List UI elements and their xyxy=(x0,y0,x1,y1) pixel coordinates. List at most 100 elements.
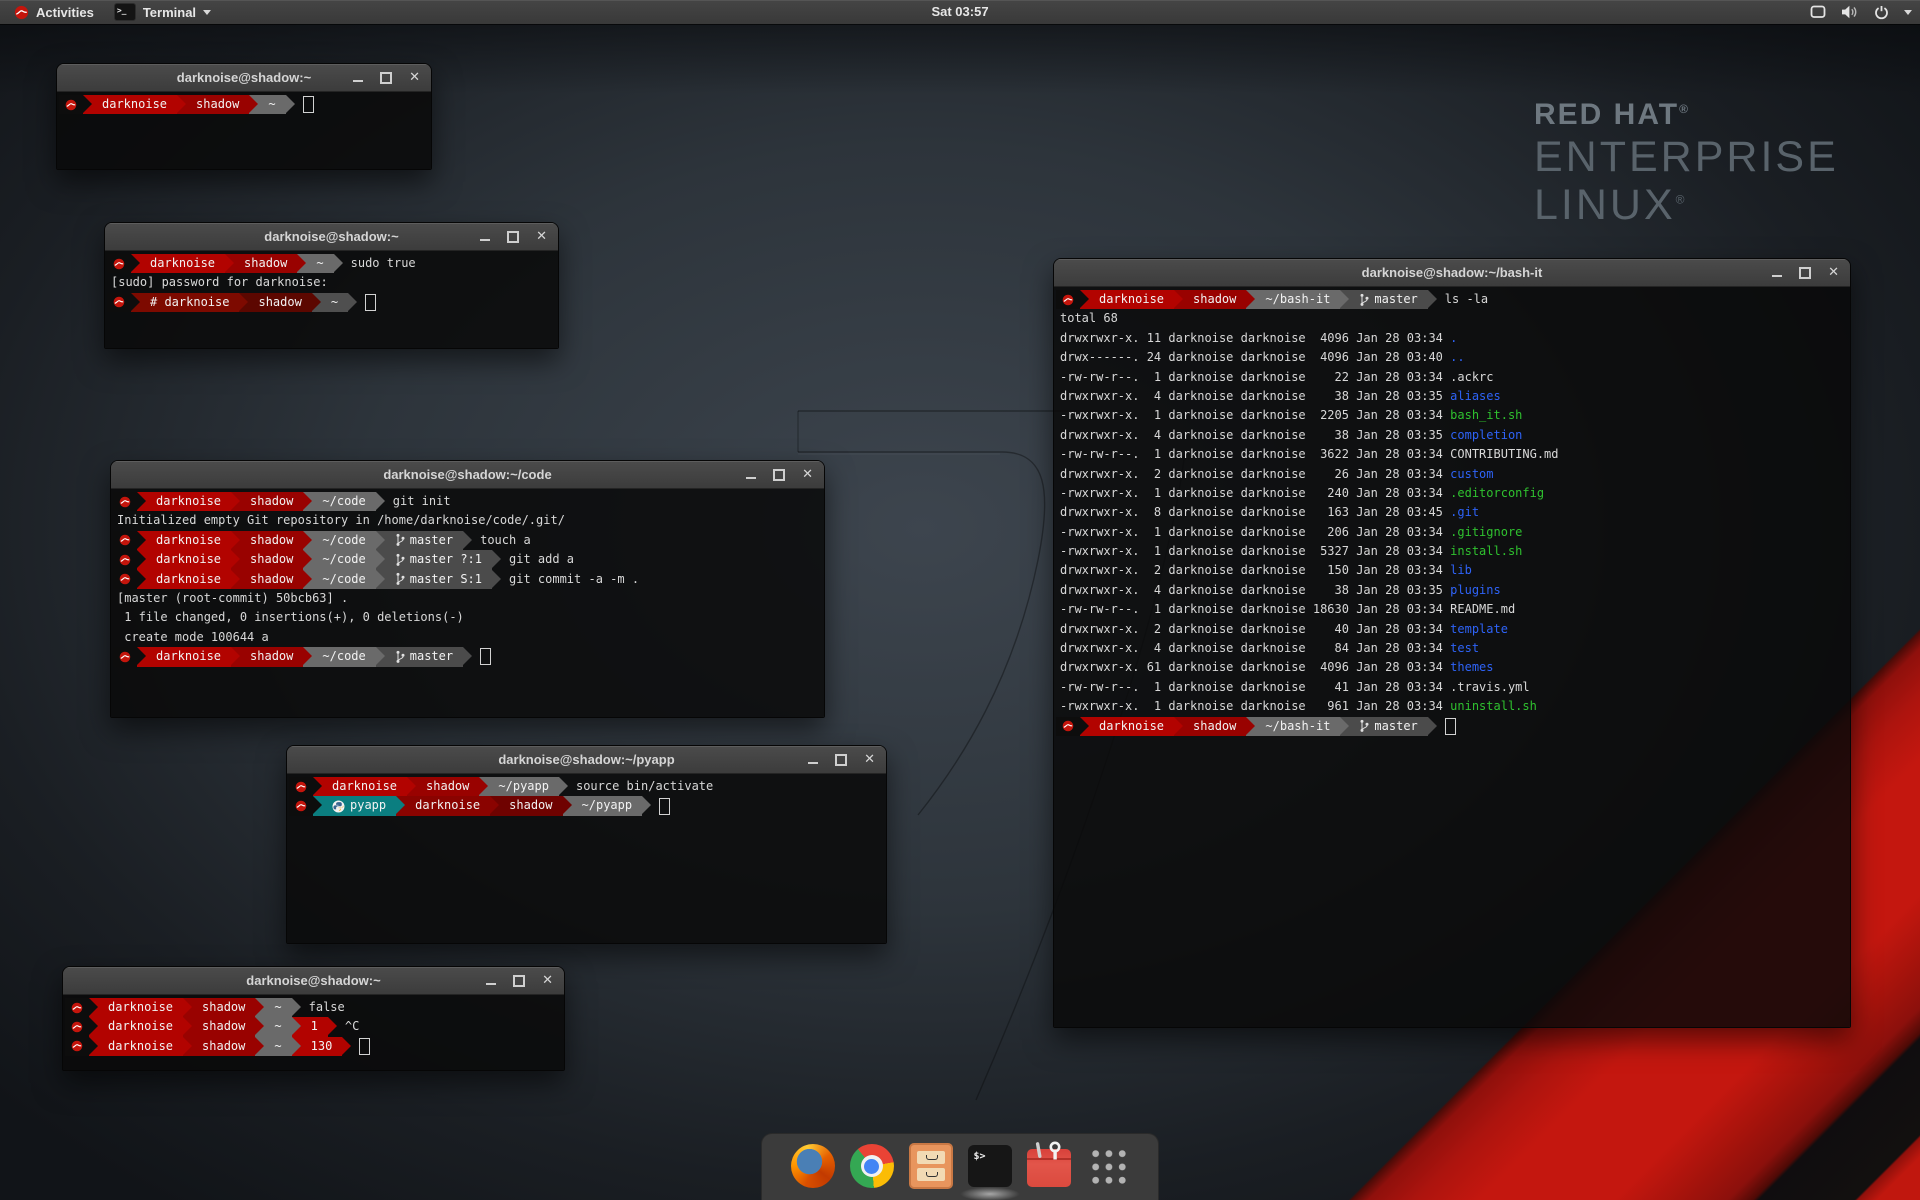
dock-item-toolbox[interactable] xyxy=(1026,1143,1072,1189)
terminal-cursor xyxy=(365,294,376,311)
terminal-window[interactable]: darknoise@shadow:~/code✕ darknoise shadow ~… xyxy=(110,460,825,718)
terminal-body[interactable]: darknoiseshadow~/pyappsource bin/activat… xyxy=(287,774,886,943)
powerline-separator xyxy=(642,796,651,815)
prompt-segment: shadow xyxy=(248,293,311,312)
terminal-text: create mode 100644 a xyxy=(113,628,269,647)
terminal-window[interactable]: darknoise@shadow:~/bash-it✕darknoiseshad… xyxy=(1053,258,1851,1028)
dock-item-appgrid[interactable] xyxy=(1085,1143,1131,1189)
terminal-text: drwxrwxr-x. 8 darknoise darknoise 163 Ja… xyxy=(1056,503,1450,522)
terminal-window[interactable]: darknoise@shadow:~/pyapp✕darknoiseshadow… xyxy=(286,745,887,944)
powerline-separator xyxy=(1174,290,1183,309)
maximize-button[interactable] xyxy=(1799,267,1811,279)
prompt-segment xyxy=(59,95,83,114)
redhat-enterprise-linux-logo: RED HAT® ENTERPRISE LINUX® xyxy=(1534,100,1839,227)
prompt-segment: master xyxy=(385,531,463,550)
terminal-text: git add a xyxy=(501,550,574,569)
window-titlebar[interactable]: darknoise@shadow:~/bash-it✕ xyxy=(1054,259,1850,287)
terminal-cursor xyxy=(303,96,314,113)
close-button[interactable]: ✕ xyxy=(409,64,420,91)
app-grid-icon xyxy=(1088,1146,1128,1186)
dock-item-chrome[interactable] xyxy=(849,1143,895,1189)
maximize-button[interactable] xyxy=(513,975,525,987)
prompt-segment: darknoise xyxy=(146,531,231,550)
powerline-separator xyxy=(396,796,405,815)
terminal-text: test xyxy=(1450,639,1479,658)
minimize-button[interactable] xyxy=(1772,275,1782,277)
window-titlebar[interactable]: darknoise@shadow:~✕ xyxy=(105,223,558,251)
terminal-line: [sudo] password for darknoise: xyxy=(107,273,556,292)
terminal-line: -rwxrwxr-x. 1 darknoise darknoise 5327 J… xyxy=(1056,542,1848,561)
close-button[interactable]: ✕ xyxy=(536,223,547,250)
minimize-button[interactable] xyxy=(486,983,496,985)
close-button[interactable]: ✕ xyxy=(1828,259,1839,286)
maximize-button[interactable] xyxy=(380,72,392,84)
prompt-segment: ~/code xyxy=(312,492,375,511)
terminal-cursor xyxy=(659,798,670,815)
window-titlebar[interactable]: darknoise@shadow:~/code✕ xyxy=(111,461,824,489)
terminal-line: pyappdarknoiseshadow~/pyapp xyxy=(289,796,884,815)
window-title: darknoise@shadow:~ xyxy=(177,70,311,85)
prompt-segment: ~/pyapp xyxy=(488,777,559,796)
activities-button[interactable]: Activities xyxy=(8,0,100,24)
window-titlebar[interactable]: darknoise@shadow:~/pyapp✕ xyxy=(287,746,886,774)
powerline-separator xyxy=(1246,290,1255,309)
terminal-text: ls -la xyxy=(1437,290,1488,309)
terminal-text: .travis.yml xyxy=(1450,678,1529,697)
terminal-body[interactable]: darknoiseshadow~sudo true[sudo] password… xyxy=(105,251,558,348)
clock[interactable]: Sat 03:57 xyxy=(931,0,988,24)
dock-item-terminal[interactable]: $> xyxy=(967,1143,1013,1189)
app-menu-terminal[interactable]: >_ Terminal xyxy=(108,0,217,24)
powerline-separator xyxy=(255,998,264,1017)
terminal-body[interactable]: darknoiseshadow~/codegit initInitialized… xyxy=(111,489,824,717)
minimize-button[interactable] xyxy=(808,762,818,764)
powerline-separator xyxy=(231,492,240,511)
powerline-separator xyxy=(292,998,301,1017)
terminal-window[interactable]: darknoise@shadow:~✕darknoiseshadow~sudo … xyxy=(104,222,559,349)
powerline-separator xyxy=(1340,290,1349,309)
terminal-line: drwxrwxr-x. 4 darknoise darknoise 84 Jan… xyxy=(1056,639,1848,658)
maximize-button[interactable] xyxy=(835,754,847,766)
powerline-separator xyxy=(313,777,322,796)
caret-down-icon xyxy=(1904,10,1912,15)
system-status-area[interactable] xyxy=(1810,0,1912,24)
terminal-body[interactable]: darknoiseshadow~ xyxy=(57,92,431,169)
terminal-text: .git xyxy=(1450,503,1479,522)
maximize-button[interactable] xyxy=(773,469,785,481)
powerline-separator xyxy=(89,1017,98,1036)
terminal-text: [master (root-commit) 50bcb63] . xyxy=(113,589,348,608)
prompt-segment: darknoise xyxy=(1089,717,1174,736)
prompt-segment: ~/pyapp xyxy=(572,796,643,815)
minimize-button[interactable] xyxy=(480,239,490,241)
terminal-line: drwxrwxr-x. 2 darknoise darknoise 26 Jan… xyxy=(1056,465,1848,484)
powerline-separator xyxy=(1428,290,1437,309)
close-button[interactable]: ✕ xyxy=(802,461,813,488)
powerline-separator xyxy=(407,777,416,796)
terminal-window[interactable]: darknoise@shadow:~✕darknoiseshadow~false… xyxy=(62,966,565,1071)
minimize-button[interactable] xyxy=(746,477,756,479)
dock-item-firefox[interactable] xyxy=(790,1143,836,1189)
terminal-line: -rw-rw-r--. 1 darknoise darknoise 22 Jan… xyxy=(1056,368,1848,387)
terminal-text: template xyxy=(1450,620,1508,639)
active-app-glow xyxy=(960,1187,1020,1200)
window-titlebar[interactable]: darknoise@shadow:~✕ xyxy=(63,967,564,995)
powerline-separator xyxy=(313,796,322,815)
powerline-separator xyxy=(342,1037,351,1056)
terminal-body[interactable]: darknoiseshadow~/bash-itmasterls -latota… xyxy=(1054,287,1850,1027)
prompt-segment: shadow xyxy=(240,531,303,550)
terminal-window[interactable]: darknoise@shadow:~ ✕darknoiseshadow~ xyxy=(56,63,432,170)
maximize-button[interactable] xyxy=(507,231,519,243)
close-button[interactable]: ✕ xyxy=(542,967,553,994)
terminal-line: darknoiseshadow~130 xyxy=(65,1037,562,1056)
prompt-segment: master xyxy=(1349,290,1427,309)
terminal-line: darknoiseshadow~false xyxy=(65,998,562,1017)
terminal-body[interactable]: darknoiseshadow~falsedarknoiseshadow~1^C… xyxy=(63,995,564,1070)
minimize-button[interactable] xyxy=(353,80,363,82)
powerline-separator xyxy=(1080,290,1089,309)
prompt-segment: ~ xyxy=(264,998,291,1017)
terminal-text: git init xyxy=(385,492,451,511)
window-titlebar[interactable]: darknoise@shadow:~ ✕ xyxy=(57,64,431,92)
dock-item-files[interactable] xyxy=(908,1143,954,1189)
powerline-separator xyxy=(463,647,472,666)
close-button[interactable]: ✕ xyxy=(864,746,875,773)
powerline-separator xyxy=(479,777,488,796)
